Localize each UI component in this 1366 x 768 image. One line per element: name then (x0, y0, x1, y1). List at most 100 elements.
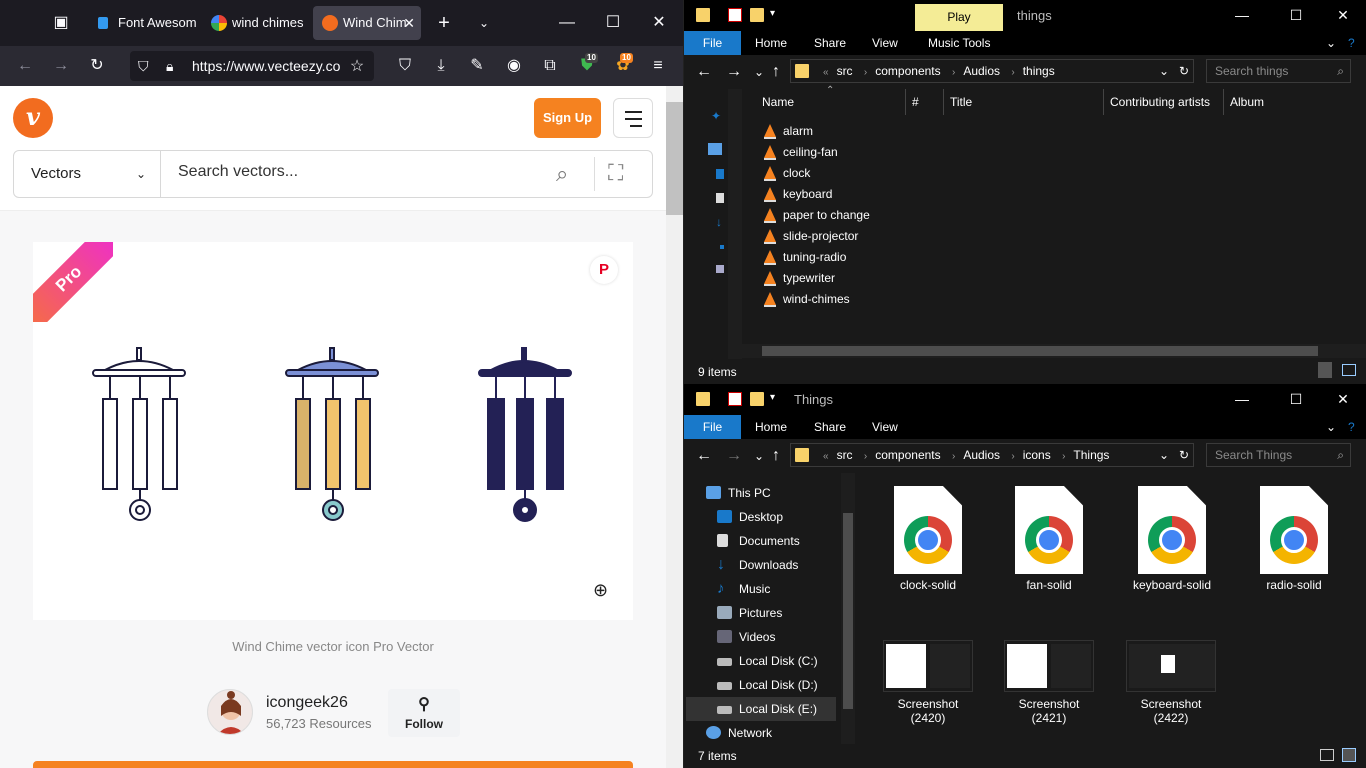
up-icon[interactable]: ↑ (772, 63, 780, 81)
zoom-icon[interactable]: ⊕ (593, 580, 608, 601)
scrollbar-thumb[interactable] (762, 346, 1318, 356)
close-window-icon[interactable]: ✕ (647, 11, 671, 35)
account-icon[interactable]: ◉ (502, 54, 526, 78)
file-tile[interactable]: fan-solid (997, 486, 1101, 592)
ribbon-file[interactable]: File (684, 415, 741, 439)
ribbon-home[interactable]: Home (755, 415, 787, 439)
maximize-icon[interactable]: ☐ (601, 11, 625, 35)
signup-button[interactable]: Sign Up (534, 98, 601, 138)
chevron-down-icon[interactable]: ⌄ (1326, 31, 1336, 55)
file-row[interactable]: alarm (762, 121, 813, 142)
scrollbar-thumb[interactable] (843, 513, 853, 709)
chevron-down-icon[interactable]: ⌄ (1159, 444, 1169, 466)
file-row[interactable]: tuning-radio (762, 247, 846, 268)
tree-local-disk-d[interactable]: Local Disk (D:) (717, 673, 818, 697)
ribbon-share[interactable]: Share (814, 31, 846, 55)
tab-overview-icon[interactable]: ▣ (49, 11, 73, 35)
author-avatar[interactable] (207, 689, 253, 735)
crumb[interactable]: components (875, 448, 940, 462)
crumb[interactable]: Audios (963, 64, 1000, 78)
crumb[interactable]: src (837, 448, 853, 462)
tree-documents[interactable]: Documents (717, 529, 800, 553)
back-icon[interactable]: ← (696, 63, 712, 81)
address-bar[interactable]: «src › components › Audios › icons › Things … (790, 443, 1194, 467)
tab-wind-chime-active[interactable]: Wind Chim ✕ (313, 6, 421, 40)
screenshot-tile[interactable]: Screenshot (2422) (1119, 640, 1223, 725)
screenshot-tile[interactable]: Screenshot (2420) (876, 640, 980, 725)
chevron-down-icon[interactable]: ▾ (770, 392, 784, 406)
tree-this-pc[interactable]: This PC (706, 481, 771, 505)
search-field[interactable]: Search Things ⌕ (1206, 443, 1351, 467)
file-row[interactable]: ceiling-fan (762, 142, 838, 163)
download-button[interactable] (33, 761, 633, 768)
tree-network[interactable]: Network (706, 721, 772, 744)
close-icon[interactable]: ✕ (1333, 5, 1353, 25)
search-field[interactable]: Search things ⌕ (1206, 59, 1351, 83)
file-row[interactable]: paper to change (762, 205, 870, 226)
file-row[interactable]: typewriter (762, 268, 835, 289)
column-album[interactable]: Album (1224, 89, 1360, 115)
forward-icon[interactable]: → (49, 54, 73, 78)
author-name[interactable]: icongeek26 (266, 694, 348, 712)
page-scrollbar[interactable] (666, 86, 683, 768)
site-menu-button[interactable] (613, 98, 653, 138)
tree-pictures[interactable]: Pictures (717, 601, 782, 625)
crumb[interactable]: Audios (963, 448, 1000, 462)
crumb[interactable]: components (875, 64, 940, 78)
tab-wind-chimes-search[interactable]: wind chimes (202, 6, 308, 40)
tree-downloads[interactable]: ↓ Downloads (717, 553, 798, 577)
pocket-icon[interactable]: ⛉ (393, 54, 417, 78)
chevron-down-icon[interactable]: ▾ (770, 8, 784, 22)
ribbon-home[interactable]: Home (755, 31, 787, 55)
close-icon[interactable]: ✕ (1333, 389, 1353, 409)
new-folder-icon[interactable] (750, 8, 764, 22)
details-view-icon[interactable] (1318, 362, 1332, 378)
ribbon-share[interactable]: Share (814, 415, 846, 439)
list-tabs-icon[interactable]: ⌄ (472, 11, 496, 35)
hamburger-menu-icon[interactable]: ≡ (646, 54, 670, 78)
chevron-down-icon[interactable]: ⌄ (1159, 60, 1169, 82)
minimize-icon[interactable]: — (1232, 389, 1252, 409)
play-tab[interactable]: Play (915, 4, 1003, 31)
crumb[interactable]: Things (1073, 448, 1109, 462)
tree-music[interactable]: ♪ Music (717, 577, 770, 601)
bookmark-star-icon[interactable]: ☆ (345, 55, 369, 79)
maximize-icon[interactable]: ☐ (1286, 389, 1306, 409)
ribbon-view[interactable]: View (872, 415, 898, 439)
forward-icon[interactable]: → (726, 447, 742, 465)
url-bar[interactable]: ⛉ 🔒︎ https://www.vecteezy.co (130, 51, 374, 81)
file-row[interactable]: keyboard (762, 184, 832, 205)
close-tab-icon[interactable]: ✕ (403, 6, 415, 40)
minimize-icon[interactable]: — (555, 11, 579, 35)
refresh-icon[interactable]: ↻ (1179, 60, 1189, 82)
wrench-icon[interactable]: ✎ (465, 54, 489, 78)
screenshot-tile[interactable]: Screenshot (2421) (997, 640, 1101, 725)
image-search-icon[interactable]: ⛶ (608, 160, 623, 186)
search-icon[interactable]: ⌕ (556, 161, 568, 187)
column-number[interactable]: # (906, 89, 944, 115)
forward-icon[interactable]: → (726, 63, 742, 81)
up-icon[interactable]: ↑ (772, 447, 780, 465)
properties-icon[interactable] (728, 8, 742, 22)
file-row[interactable]: slide-projector (762, 226, 858, 247)
large-icons-view-icon[interactable] (1342, 364, 1356, 376)
scrollbar-thumb[interactable] (666, 102, 683, 215)
minimize-icon[interactable]: — (1232, 5, 1252, 25)
file-tile[interactable]: clock-solid (876, 486, 980, 592)
new-tab-icon[interactable]: + (432, 11, 456, 35)
horizontal-scrollbar[interactable] (742, 344, 1366, 358)
column-artists[interactable]: Contributing artists (1104, 89, 1224, 115)
recent-chevron-icon[interactable]: ⌄ (754, 449, 764, 463)
tree-videos[interactable]: Videos (717, 625, 775, 649)
file-row[interactable]: clock (762, 163, 810, 184)
crumb[interactable]: src (837, 64, 853, 78)
reload-icon[interactable]: ↻ (85, 54, 109, 78)
crumb[interactable]: things (1023, 64, 1055, 78)
new-folder-icon[interactable] (750, 392, 764, 406)
recent-chevron-icon[interactable]: ⌄ (754, 65, 764, 79)
pinterest-icon[interactable]: P (590, 256, 618, 284)
crumb[interactable]: icons (1023, 448, 1051, 462)
extensions-icon[interactable]: ⧉ (538, 54, 562, 78)
address-bar[interactable]: « src › components › Audios › things ⌄ ↻ (790, 59, 1194, 83)
tree-local-disk-c[interactable]: Local Disk (C:) (717, 649, 818, 673)
